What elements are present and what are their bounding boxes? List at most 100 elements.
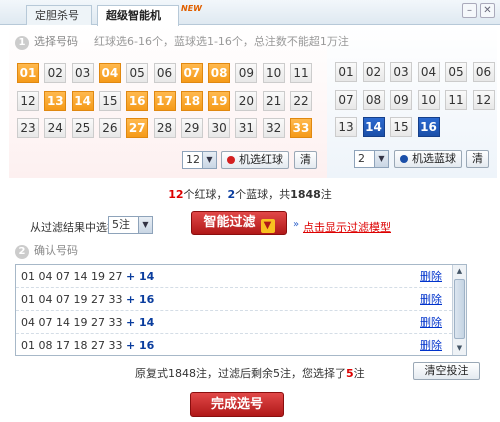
blue-ball-15[interactable]: 15 — [390, 117, 412, 137]
blue-ball-03[interactable]: 03 — [390, 62, 412, 82]
blue-ball-16[interactable]: 16 — [417, 117, 440, 137]
red-ball-18[interactable]: 18 — [180, 90, 203, 111]
tab-super-smart[interactable]: 超级智能机选 — [97, 5, 179, 41]
double-chevron-icon: » — [293, 219, 300, 230]
blue-ball-07[interactable]: 07 — [335, 89, 357, 110]
step2-header: 2 确认号码 — [15, 243, 94, 259]
red-ball-31[interactable]: 31 — [235, 118, 258, 138]
red-ball-10[interactable]: 10 — [262, 63, 285, 83]
clear-all-button[interactable]: 清空投注 — [413, 362, 480, 380]
red-ball-05[interactable]: 05 — [126, 63, 149, 83]
chevron-down-icon: ▼ — [202, 152, 216, 168]
blue-count-select[interactable]: 2 ▼ — [354, 150, 389, 168]
red-ball-13[interactable]: 13 — [44, 90, 67, 111]
blue-ball-13[interactable]: 13 — [335, 117, 357, 137]
red-ball-17[interactable]: 17 — [153, 90, 176, 111]
ticket-list[interactable]: 01 04 07 14 19 27 + 14 删除 01 04 07 19 27… — [15, 264, 467, 356]
summary-total-suffix: 注 — [320, 188, 332, 201]
clear-blue-button[interactable]: 清 — [466, 150, 489, 168]
random-red-button[interactable]: 机选红球 — [221, 151, 289, 169]
red-ball-23[interactable]: 23 — [17, 118, 39, 138]
red-ball-20[interactable]: 20 — [235, 90, 258, 111]
delete-link[interactable]: 删除 — [420, 311, 442, 334]
random-blue-button[interactable]: 机选蓝球 — [394, 150, 462, 168]
remain-count: 5 — [346, 367, 354, 380]
delete-link[interactable]: 删除 — [420, 334, 442, 355]
chevron-down-icon: ▼ — [374, 151, 388, 167]
red-ball-01[interactable]: 01 — [17, 63, 39, 83]
scroll-up-icon[interactable]: ▲ — [453, 265, 466, 278]
ticket-blue-number: + 14 — [125, 270, 155, 283]
ticket-red-numbers: 04 07 14 19 27 33 — [21, 316, 123, 329]
red-ball-33[interactable]: 33 — [290, 118, 312, 138]
clear-red-button[interactable]: 清 — [294, 151, 317, 169]
red-ball-14[interactable]: 14 — [71, 90, 94, 111]
ticket-list-scrollbar[interactable]: ▲ ▼ — [452, 265, 466, 355]
red-ball-07[interactable]: 07 — [180, 63, 203, 83]
random-red-label: 机选红球 — [239, 153, 283, 166]
red-ball-29[interactable]: 29 — [180, 118, 203, 138]
blue-ball-05[interactable]: 05 — [445, 62, 467, 82]
red-ball-02[interactable]: 02 — [44, 63, 67, 83]
red-ball-28[interactable]: 28 — [153, 118, 176, 138]
finish-button[interactable]: 完成选号 — [190, 392, 284, 417]
red-ball-06[interactable]: 06 — [153, 63, 176, 83]
red-ball-03[interactable]: 03 — [71, 63, 94, 83]
ticket-row: 01 04 07 19 27 33 + 16 删除 — [16, 288, 452, 311]
scroll-down-icon[interactable]: ▼ — [453, 342, 466, 355]
blue-ball-09[interactable]: 09 — [390, 89, 412, 110]
red-ball-27[interactable]: 27 — [126, 118, 149, 138]
red-ball-09[interactable]: 09 — [235, 63, 258, 83]
summary-total: 1848 — [290, 188, 321, 201]
blue-ball-06[interactable]: 06 — [472, 62, 495, 82]
blue-ball-14[interactable]: 14 — [362, 117, 385, 137]
step1-header: 1 选择号码 红球选6-16个，蓝球选1-16个，总注数不能超1万注 — [15, 34, 349, 50]
ticket-row: 01 08 17 18 27 33 + 16 删除 — [16, 334, 452, 355]
blue-ball-08[interactable]: 08 — [362, 89, 385, 110]
red-ball-22[interactable]: 22 — [290, 90, 312, 111]
blue-ball-04[interactable]: 04 — [417, 62, 440, 82]
red-ball-32[interactable]: 32 — [262, 118, 285, 138]
red-ball-12[interactable]: 12 — [17, 90, 39, 111]
red-dot-icon — [227, 156, 235, 164]
blue-dot-icon — [400, 155, 408, 163]
red-count-value: 12 — [186, 153, 200, 166]
close-icon[interactable]: ✕ — [480, 3, 495, 18]
show-filter-model-link[interactable]: 点击显示过滤模型 — [303, 219, 391, 235]
step1-title: 选择号码 — [34, 35, 78, 48]
ticket-red-numbers: 01 04 07 14 19 27 — [21, 270, 123, 283]
filter-count-select[interactable]: 5注 ▼ — [108, 216, 153, 234]
blue-ball-10[interactable]: 10 — [417, 89, 440, 110]
red-ball-24[interactable]: 24 — [44, 118, 67, 138]
tab-dingdan[interactable]: 定胆杀号机选 — [26, 5, 92, 41]
blue-ball-02[interactable]: 02 — [362, 62, 385, 82]
remain-text: 原复式1848注，过滤后剩余5注，您选择了5注 — [135, 365, 365, 381]
scrollbar-thumb[interactable] — [454, 279, 465, 339]
new-badge: NEW — [181, 4, 202, 13]
red-ball-08[interactable]: 08 — [208, 63, 231, 83]
red-ball-11[interactable]: 11 — [290, 63, 312, 83]
step1-hint: 红球选6-16个，蓝球选1-16个，总注数不能超1万注 — [94, 35, 349, 48]
red-ball-26[interactable]: 26 — [98, 118, 121, 138]
ticket-row: 01 04 07 14 19 27 + 14 删除 — [16, 265, 452, 288]
delete-link[interactable]: 删除 — [420, 288, 442, 311]
tab-bar: 定胆杀号机选 超级智能机选 NEW – ✕ — [0, 0, 500, 41]
red-ball-25[interactable]: 25 — [71, 118, 94, 138]
minimize-icon[interactable]: – — [462, 3, 477, 18]
blue-ball-01[interactable]: 01 — [335, 62, 357, 82]
ticket-red-numbers: 01 08 17 18 27 33 — [21, 339, 123, 352]
red-ball-30[interactable]: 30 — [208, 118, 231, 138]
red-ball-15[interactable]: 15 — [98, 90, 121, 111]
red-ball-16[interactable]: 16 — [126, 90, 149, 111]
blue-ball-12[interactable]: 12 — [472, 89, 495, 110]
selection-summary: 12个红球，2个蓝球，共1848注 — [0, 186, 500, 202]
ticket-row: 04 07 14 19 27 33 + 14 删除 — [16, 311, 452, 334]
red-ball-04[interactable]: 04 — [98, 63, 121, 83]
random-blue-label: 机选蓝球 — [412, 152, 456, 165]
smart-filter-button[interactable]: 智能过滤 ▼ — [191, 211, 287, 235]
red-count-select[interactable]: 12 ▼ — [182, 151, 217, 169]
red-ball-19[interactable]: 19 — [208, 90, 231, 111]
red-ball-21[interactable]: 21 — [262, 90, 285, 111]
blue-ball-11[interactable]: 11 — [445, 89, 467, 110]
delete-link[interactable]: 删除 — [420, 265, 442, 288]
